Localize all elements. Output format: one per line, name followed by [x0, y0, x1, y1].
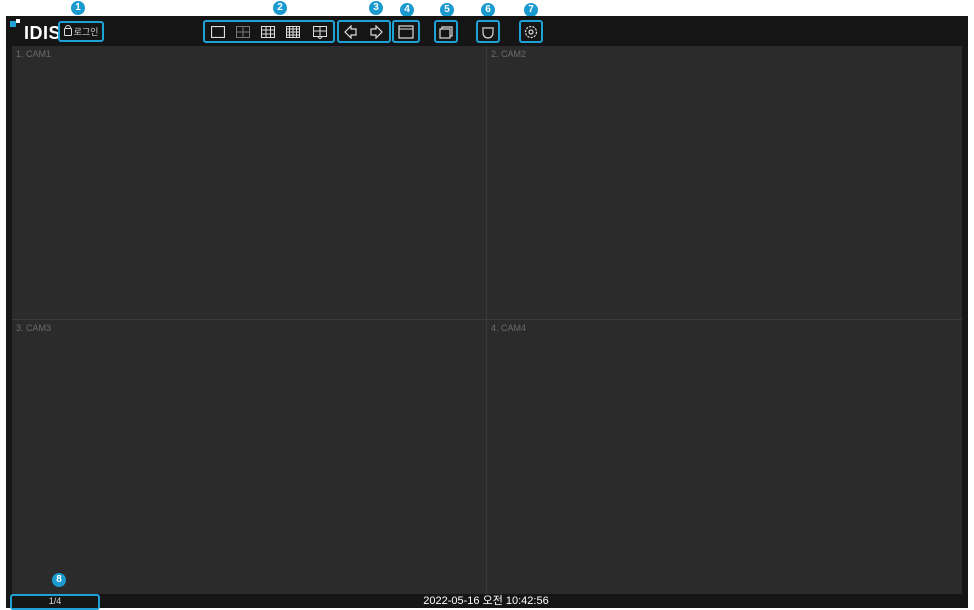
camera-tile[interactable]: 4. CAM4: [487, 320, 962, 594]
sequence-icon[interactable]: [436, 22, 456, 42]
login-label: 로그인: [73, 26, 99, 37]
camera-label: 4. CAM4: [491, 323, 527, 333]
top-toolbar: IDIS 로그인: [6, 16, 968, 46]
camera-tile[interactable]: 2. CAM2: [487, 46, 962, 319]
callout-badge-1: 1: [71, 1, 85, 15]
callout-badge-4: 4: [400, 3, 414, 17]
nine-split-layout-icon[interactable]: [258, 22, 278, 42]
camera-tile[interactable]: 1. CAM1: [12, 46, 486, 319]
callout-badge-2: 2: [273, 1, 287, 15]
callout-badge-8: 8: [52, 573, 66, 587]
camera-label: 1. CAM1: [16, 49, 52, 59]
camera-label: 2. CAM2: [491, 49, 527, 59]
custom-layout-icon[interactable]: [310, 22, 330, 42]
callout-badge-5: 5: [440, 3, 454, 17]
login-button[interactable]: 로그인: [60, 22, 102, 40]
datetime-display: 2022-05-16 오전 10:42:56: [423, 595, 549, 607]
callout-badge-6: 6: [481, 3, 495, 17]
sixteen-split-layout-icon[interactable]: [283, 22, 303, 42]
camera-tile[interactable]: 3. CAM3: [12, 320, 486, 594]
callout-badge-7: 7: [524, 3, 538, 17]
previous-page-icon[interactable]: [341, 22, 361, 42]
status-bar: 1/4 2022-05-16 오전 10:42:56: [6, 594, 968, 610]
settings-gear-icon[interactable]: [521, 22, 541, 42]
camera-ptz-icon[interactable]: [478, 22, 498, 42]
nvr-viewer-window: IDIS 로그인 1. CAM1 2. CAM2 3. CAM3 4. CAM4…: [6, 16, 968, 610]
callout-badge-3: 3: [369, 1, 383, 15]
camera-grid: 1. CAM1 2. CAM2 3. CAM3 4. CAM4: [12, 46, 962, 594]
quad-layout-icon[interactable]: [233, 22, 253, 42]
lock-icon: [63, 25, 72, 36]
single-layout-icon[interactable]: [208, 22, 228, 42]
next-page-icon[interactable]: [366, 22, 386, 42]
fullscreen-icon[interactable]: [396, 22, 416, 42]
camera-label: 3. CAM3: [16, 323, 52, 333]
page-indicator[interactable]: 1/4: [10, 594, 100, 608]
